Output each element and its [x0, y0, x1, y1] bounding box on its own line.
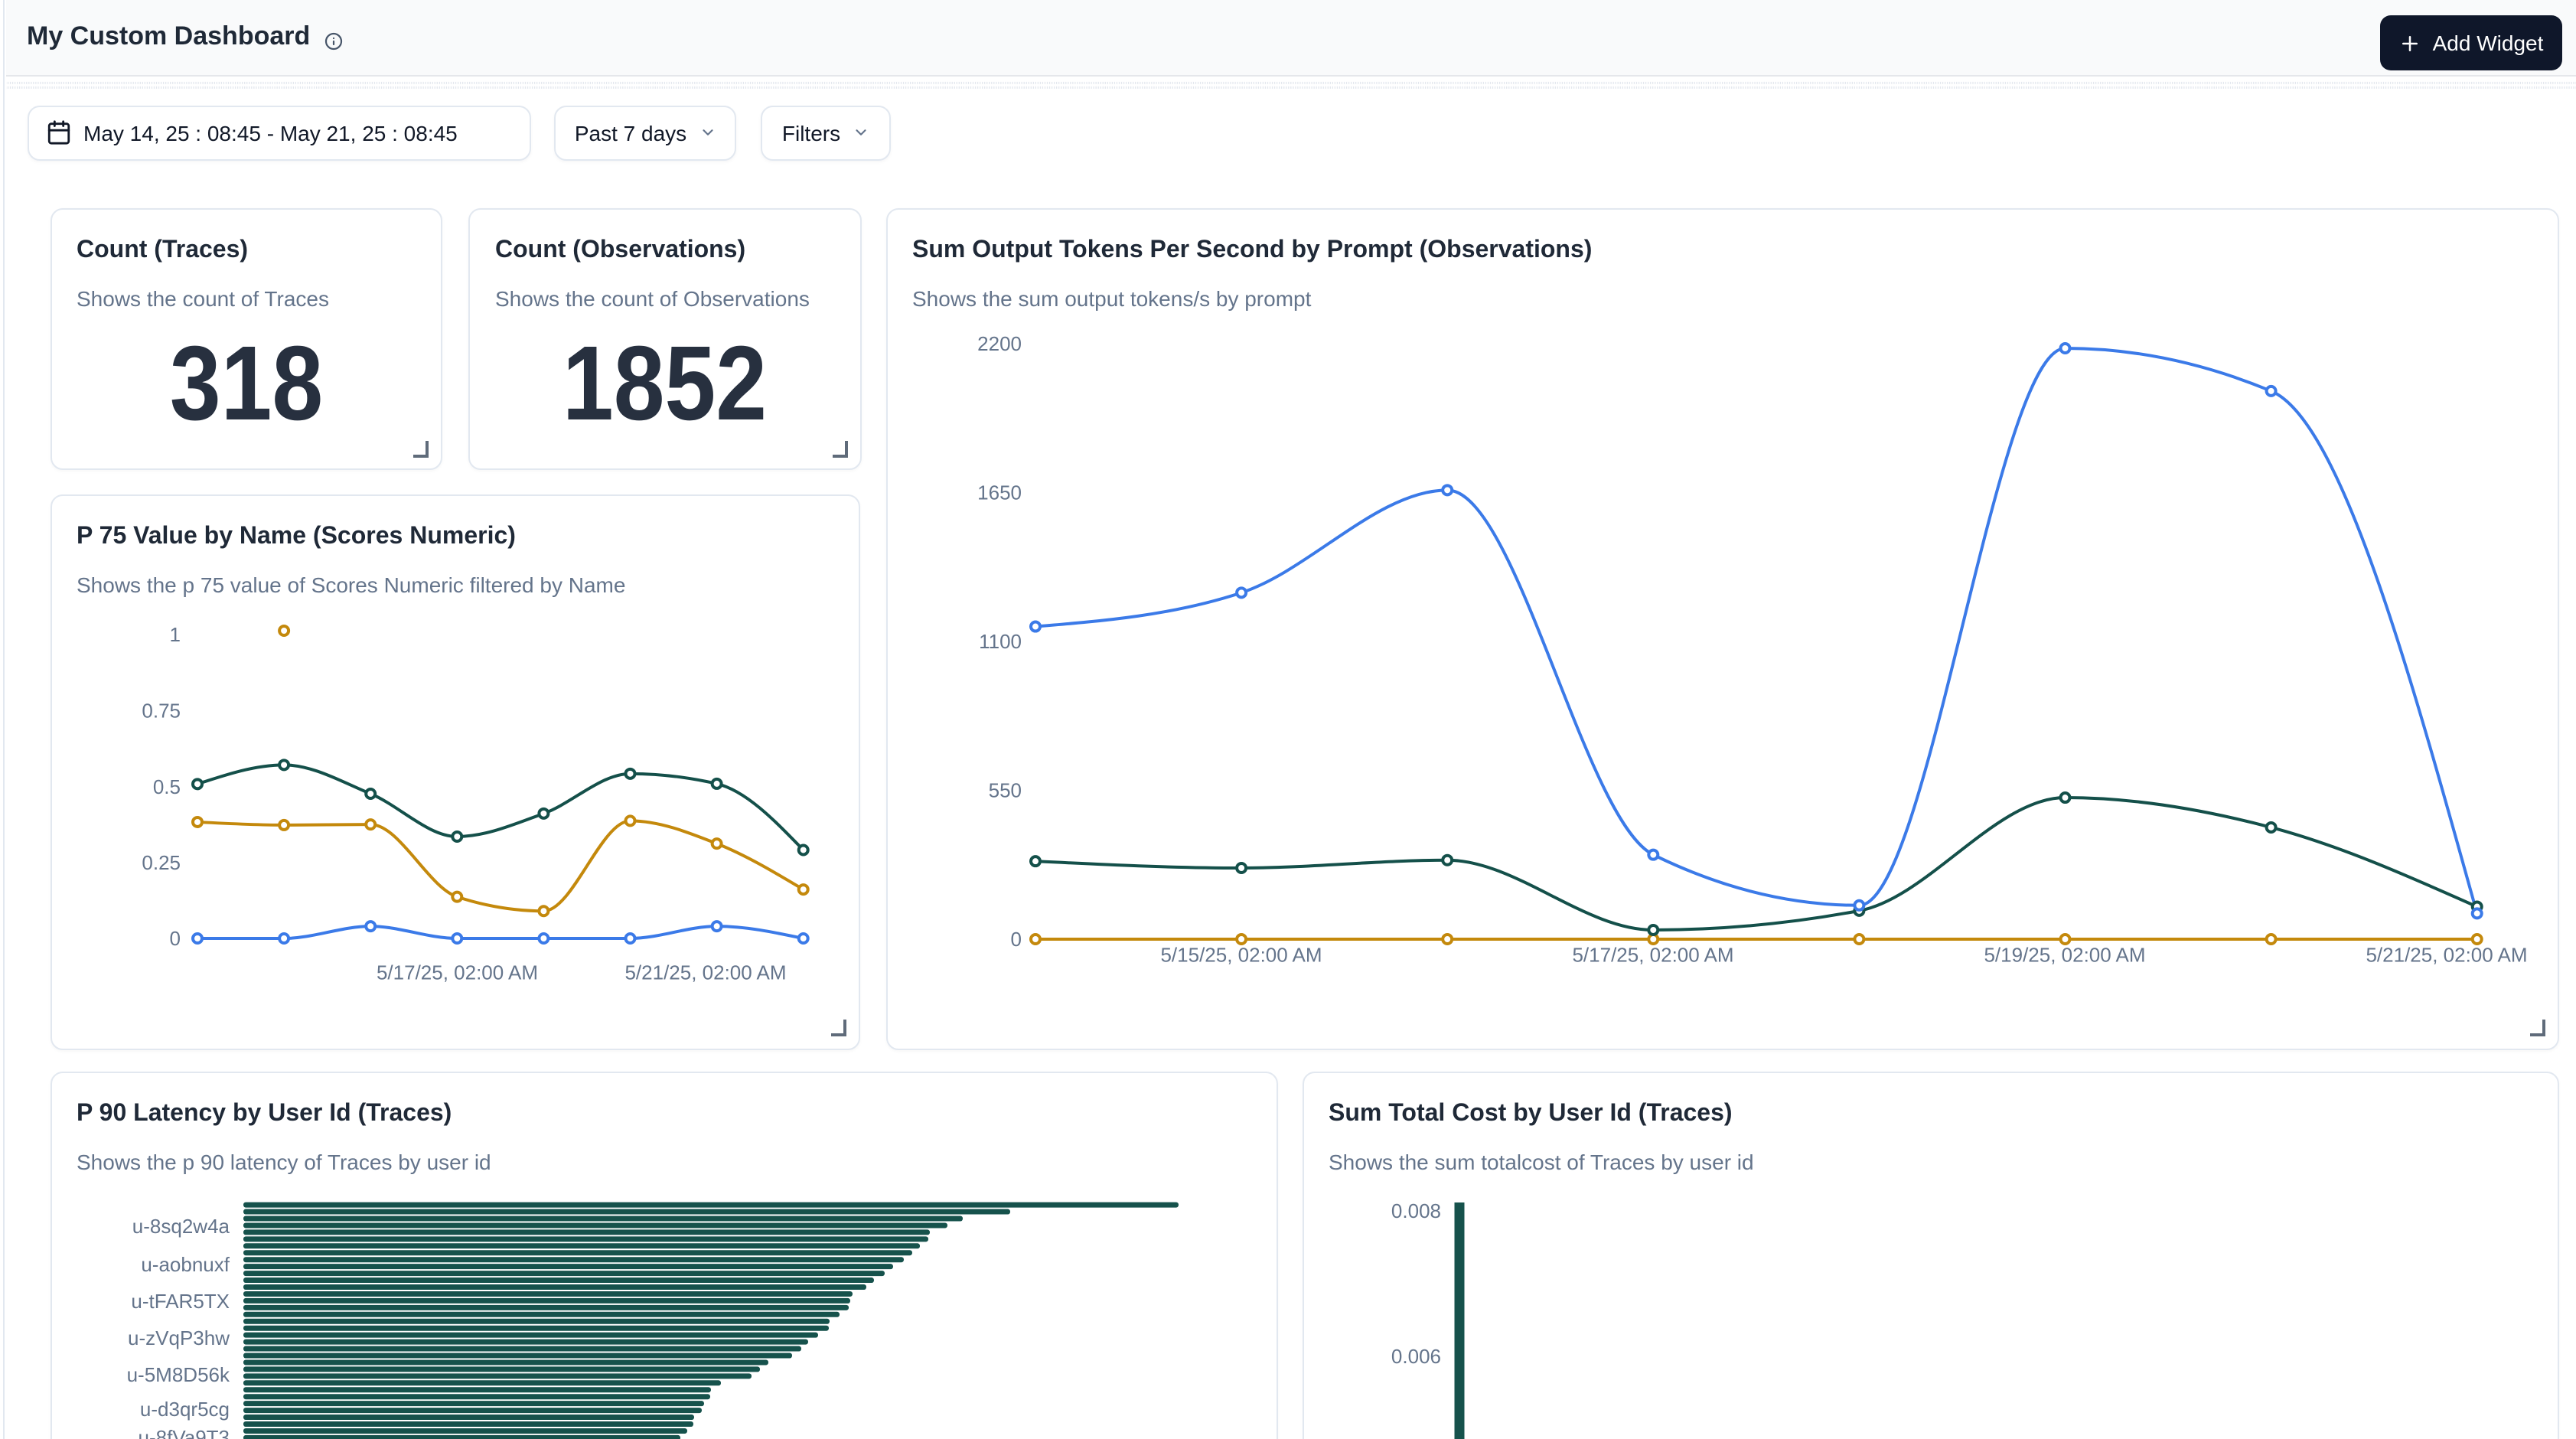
svg-text:2200: 2200 [977, 332, 1022, 355]
svg-text:0.25: 0.25 [142, 851, 181, 874]
svg-text:1100: 1100 [979, 630, 1022, 653]
svg-text:u-tFAR5TX: u-tFAR5TX [131, 1290, 230, 1313]
svg-text:5/21/25, 02:00 AM: 5/21/25, 02:00 AM [2366, 943, 2527, 966]
svg-text:0.008: 0.008 [1391, 1199, 1441, 1222]
svg-text:u-zVqP3hw: u-zVqP3hw [128, 1326, 230, 1349]
svg-text:5/15/25, 02:00 AM: 5/15/25, 02:00 AM [1160, 943, 1322, 966]
svg-text:1: 1 [170, 623, 181, 646]
svg-text:5/17/25, 02:00 AM: 5/17/25, 02:00 AM [377, 961, 538, 984]
svg-text:1650: 1650 [977, 481, 1022, 504]
svg-text:u-aobnuxf: u-aobnuxf [141, 1253, 230, 1276]
svg-text:5/17/25, 02:00 AM: 5/17/25, 02:00 AM [1572, 943, 1733, 966]
svg-text:550: 550 [989, 779, 1022, 802]
svg-text:u-8fVa9T3: u-8fVa9T3 [139, 1426, 230, 1439]
svg-text:0: 0 [1011, 928, 1022, 951]
svg-text:5/21/25, 02:00 AM: 5/21/25, 02:00 AM [624, 961, 786, 984]
svg-text:5/19/25, 02:00 AM: 5/19/25, 02:00 AM [1984, 943, 2145, 966]
svg-text:u-8sq2w4a: u-8sq2w4a [132, 1215, 230, 1238]
svg-text:0.006: 0.006 [1391, 1345, 1441, 1368]
svg-text:u-5M8D56k: u-5M8D56k [127, 1363, 230, 1386]
svg-text:u-d3qr5cg: u-d3qr5cg [140, 1398, 230, 1421]
svg-text:0: 0 [170, 927, 181, 950]
svg-text:0.75: 0.75 [142, 699, 181, 722]
svg-text:0.5: 0.5 [153, 775, 181, 798]
